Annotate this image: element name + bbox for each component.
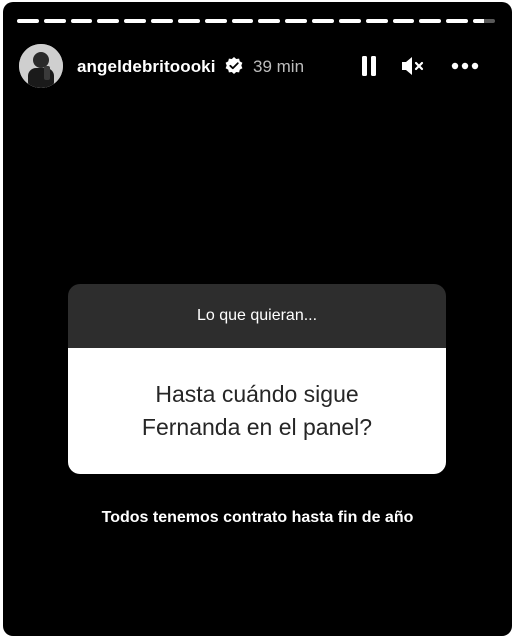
avatar[interactable] <box>19 44 63 88</box>
question-prompt: Lo que quieran... <box>68 284 446 348</box>
answer-caption: Todos tenemos contrato hasta fin de año <box>101 509 414 526</box>
username[interactable]: angeldebritoooki <box>77 57 216 77</box>
verified-badge-icon <box>224 56 244 76</box>
progress-segment <box>124 19 147 23</box>
progress-segment <box>365 19 388 23</box>
story-timestamp: 39 min <box>253 57 305 76</box>
progress-segment <box>70 19 93 23</box>
question-sticker: Lo que quieran... Hasta cuándo sigue Fer… <box>68 284 446 474</box>
progress-segment <box>419 19 442 23</box>
question-text-container: Hasta cuándo sigue Fernanda en el panel? <box>68 348 446 474</box>
story-header: angeldebritoooki 39 min <box>19 42 499 92</box>
progress-segment <box>177 19 200 23</box>
progress-segment <box>312 19 334 23</box>
progress-segment <box>258 19 281 23</box>
more-options-icon <box>451 62 479 70</box>
progress-segment-current <box>473 19 495 23</box>
progress-segment <box>204 19 227 23</box>
progress-segment <box>43 19 66 23</box>
question-text: Hasta cuándo sigue Fernanda en el panel? <box>141 381 373 440</box>
pause-button[interactable] <box>355 52 383 80</box>
progress-segment <box>151 19 173 23</box>
story-viewer[interactable]: angeldebritoooki 39 min Lo que quieran..… <box>3 2 512 636</box>
progress-segment <box>231 19 254 23</box>
pause-icon <box>362 56 376 76</box>
speaker-muted-icon <box>402 57 424 75</box>
story-progress-bar <box>17 19 495 23</box>
progress-segment <box>97 19 120 23</box>
progress-segment <box>392 19 415 23</box>
mute-button[interactable] <box>399 52 427 80</box>
progress-segment <box>285 19 308 23</box>
progress-segment <box>338 19 361 23</box>
more-options-button[interactable] <box>451 52 479 80</box>
progress-segment <box>446 19 469 23</box>
progress-segment <box>17 19 39 23</box>
